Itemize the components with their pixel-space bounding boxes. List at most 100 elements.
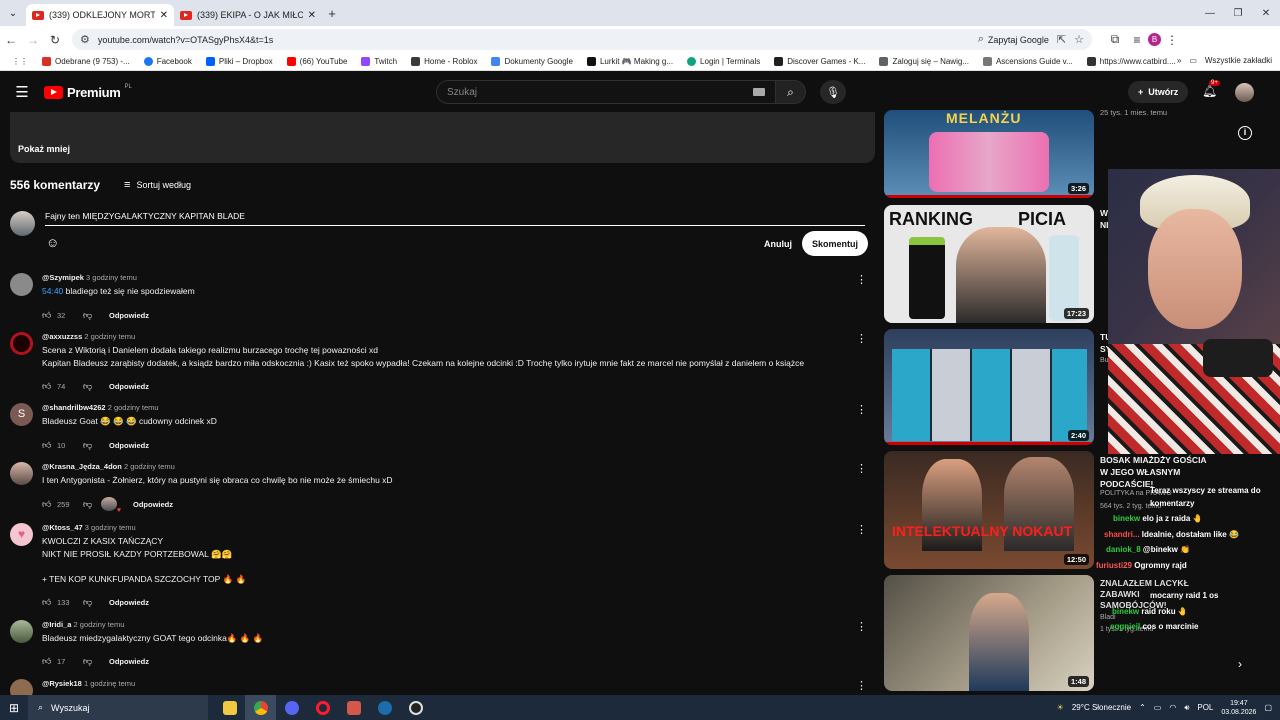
comment-menu-icon[interactable]: ⋮ xyxy=(856,273,867,286)
discord-icon[interactable] xyxy=(276,695,307,720)
video-thumbnail[interactable]: 2:40 xyxy=(884,329,1094,445)
comment-time[interactable]: 2 godziny temu xyxy=(74,620,125,629)
maximize-icon[interactable]: ❐ xyxy=(1224,8,1252,19)
comment-time[interactable]: 2 godziny temu xyxy=(124,462,175,471)
bookmark[interactable]: https://www.catbird.... xyxy=(1081,57,1182,66)
comment-menu-icon[interactable]: ⋮ xyxy=(856,620,867,633)
bookmark[interactable]: Dokumenty Google xyxy=(485,57,578,66)
reply-button[interactable]: Odpowiedz xyxy=(109,382,149,391)
menu-kebab-icon[interactable]: ⋮ xyxy=(1161,33,1183,47)
search-button[interactable]: ⌕ xyxy=(776,80,806,104)
bookmark[interactable]: Lurkit 🎮 Making g... xyxy=(581,57,679,66)
comment-avatar[interactable]: S xyxy=(10,403,33,426)
bookmark[interactable]: (66) YouTube xyxy=(281,57,354,66)
close-tab-icon[interactable]: ✕ xyxy=(308,10,316,21)
bookmark[interactable]: Facebook xyxy=(138,57,198,66)
submit-comment-button[interactable]: Skomentuj xyxy=(802,231,869,256)
clock[interactable]: 19:47 03.08.2026 xyxy=(1221,699,1256,717)
minimize-icon[interactable]: — xyxy=(1196,8,1224,19)
weather-text[interactable]: 29°C Słonecznie xyxy=(1072,703,1131,712)
url-text[interactable]: youtube.com/watch?v=OTASgyPhsX4&t=1s xyxy=(98,35,970,45)
profile-avatar[interactable]: B xyxy=(1148,33,1161,46)
volume-icon[interactable]: 🔊︎ xyxy=(1184,703,1189,713)
comment-menu-icon[interactable]: ⋮ xyxy=(856,403,867,416)
steam-icon[interactable] xyxy=(369,695,400,720)
comment-input[interactable]: Fajny ten MIĘDZYGALAKTYCZNY KAPITAN BLAD… xyxy=(45,211,865,226)
notifications-button[interactable]: 🔔︎ 9+ xyxy=(1202,80,1220,98)
close-window-icon[interactable]: ✕ xyxy=(1252,8,1280,19)
chevron-right-icon[interactable]: › xyxy=(1238,657,1242,671)
comment-author[interactable]: @Rysiek18 xyxy=(42,679,82,688)
wifi-icon[interactable]: ◠ xyxy=(1169,703,1176,712)
bookmark[interactable]: Pliki – Dropbox xyxy=(200,57,279,66)
like-icon[interactable]: 👍︎ xyxy=(42,499,52,510)
opera-icon[interactable] xyxy=(307,695,338,720)
bookmark[interactable]: Login | Terminals xyxy=(681,57,766,66)
tab-inactive[interactable]: (339) EKIPA - O JAK MIŁO (Wuj ✕ xyxy=(174,4,322,26)
like-icon[interactable]: 👍︎ xyxy=(42,597,52,608)
video-thumbnail[interactable]: 1:48 xyxy=(884,575,1094,691)
back-icon[interactable]: ← xyxy=(0,33,22,47)
reply-button[interactable]: Odpowiedz xyxy=(109,657,149,666)
hamburger-menu-icon[interactable]: ☰ xyxy=(0,83,44,101)
bookmark[interactable]: Odebrane (9 753) -... xyxy=(36,57,136,66)
notification-center-icon[interactable]: ▢ xyxy=(1264,703,1272,712)
voice-search-button[interactable]: 🎙︎ xyxy=(820,80,846,104)
bookmarks-overflow-button[interactable]: » xyxy=(1177,56,1181,65)
reply-button[interactable]: Odpowiedz xyxy=(109,598,149,607)
comment-menu-icon[interactable]: ⋮ xyxy=(856,523,867,536)
address-bar[interactable]: ⚙ youtube.com/watch?v=OTASgyPhsX4&t=1s ⌕… xyxy=(72,29,1092,50)
obs-icon[interactable] xyxy=(400,695,431,720)
show-less-button[interactable]: Pokaż mniej xyxy=(18,144,70,154)
comment-menu-icon[interactable]: ⋮ xyxy=(856,679,867,692)
comment-author[interactable]: @Ktoss_47 xyxy=(42,523,83,532)
tab-search-icon[interactable]: ⌄ xyxy=(0,8,26,19)
like-icon[interactable]: 👍︎ xyxy=(42,656,52,667)
star-icon[interactable]: ☆ xyxy=(1074,33,1084,46)
apps-icon[interactable]: ⋮⋮ xyxy=(6,57,34,66)
bookmark[interactable]: Zaloguj się – Nawig... xyxy=(873,57,974,66)
comment-avatar[interactable] xyxy=(10,273,33,296)
comment-author[interactable]: @axxuzzss xyxy=(42,332,82,341)
like-icon[interactable]: 👍︎ xyxy=(42,440,52,451)
new-tab-button[interactable]: + xyxy=(322,6,342,21)
windows-start-icon[interactable]: ⊞ xyxy=(0,701,28,715)
comment-author[interactable]: @Krasna_Jędza_4don xyxy=(42,462,122,471)
video-thumbnail[interactable]: INTELEKTUALNY NOKAUT 12:50 xyxy=(884,451,1094,569)
dislike-icon[interactable]: 👎︎ xyxy=(83,597,93,608)
comment-author[interactable]: @Szymipek xyxy=(42,273,84,282)
reply-button[interactable]: Odpowiedz xyxy=(133,500,173,509)
taskbar-search[interactable]: ⌕ Wyszukaj xyxy=(28,695,208,720)
bookmark[interactable]: Ascensions Guide v... xyxy=(977,57,1079,66)
comment-author[interactable]: @shandrilbw4262 xyxy=(42,403,106,412)
create-button[interactable]: + Utwórz xyxy=(1128,81,1189,103)
like-icon[interactable]: 👍︎ xyxy=(42,381,52,392)
video-thumbnail[interactable]: RANKING PICIA 17:23 xyxy=(884,205,1094,323)
file-explorer-icon[interactable] xyxy=(214,695,245,720)
timestamp-link[interactable]: 54:40 xyxy=(42,286,63,296)
video-title-partial[interactable]: W xyxy=(1100,208,1108,218)
bookmark[interactable]: Home - Roblox xyxy=(405,57,483,66)
reply-button[interactable]: Odpowiedz xyxy=(109,441,149,450)
comment-menu-icon[interactable]: ⋮ xyxy=(856,462,867,475)
photos-icon[interactable] xyxy=(338,695,369,720)
forward-icon[interactable]: → xyxy=(22,33,44,47)
like-icon[interactable]: 👍︎ xyxy=(42,310,52,321)
all-bookmarks-button[interactable]: Wszystkie zakładki xyxy=(1205,56,1272,65)
cancel-button[interactable]: Anuluj xyxy=(756,233,800,255)
dislike-icon[interactable]: 👎︎ xyxy=(83,440,93,451)
search-input[interactable]: Szukaj xyxy=(436,80,776,104)
comment-avatar[interactable]: ♥ xyxy=(10,523,33,546)
video-thumbnail[interactable]: MELANŻU 3:26 xyxy=(884,110,1094,198)
cast-icon[interactable]: ⇱ xyxy=(1057,33,1066,46)
comment-time[interactable]: 2 godziny temu xyxy=(108,403,159,412)
bookmark[interactable]: Twitch xyxy=(355,57,403,66)
comment-author[interactable]: @Iridi_a xyxy=(42,620,71,629)
youtube-premium-logo[interactable]: Premium PL xyxy=(44,84,132,100)
close-tab-icon[interactable]: ✕ xyxy=(160,10,168,21)
tray-expand-icon[interactable]: ⌃ xyxy=(1139,703,1146,712)
tab-active[interactable]: (339) ODKLEJONY MORTALCIO ✕ xyxy=(26,4,174,26)
comment-time[interactable]: 1 godzinę temu xyxy=(84,679,135,688)
comment-avatar[interactable] xyxy=(10,332,33,355)
dislike-icon[interactable]: 👎︎ xyxy=(83,310,93,321)
